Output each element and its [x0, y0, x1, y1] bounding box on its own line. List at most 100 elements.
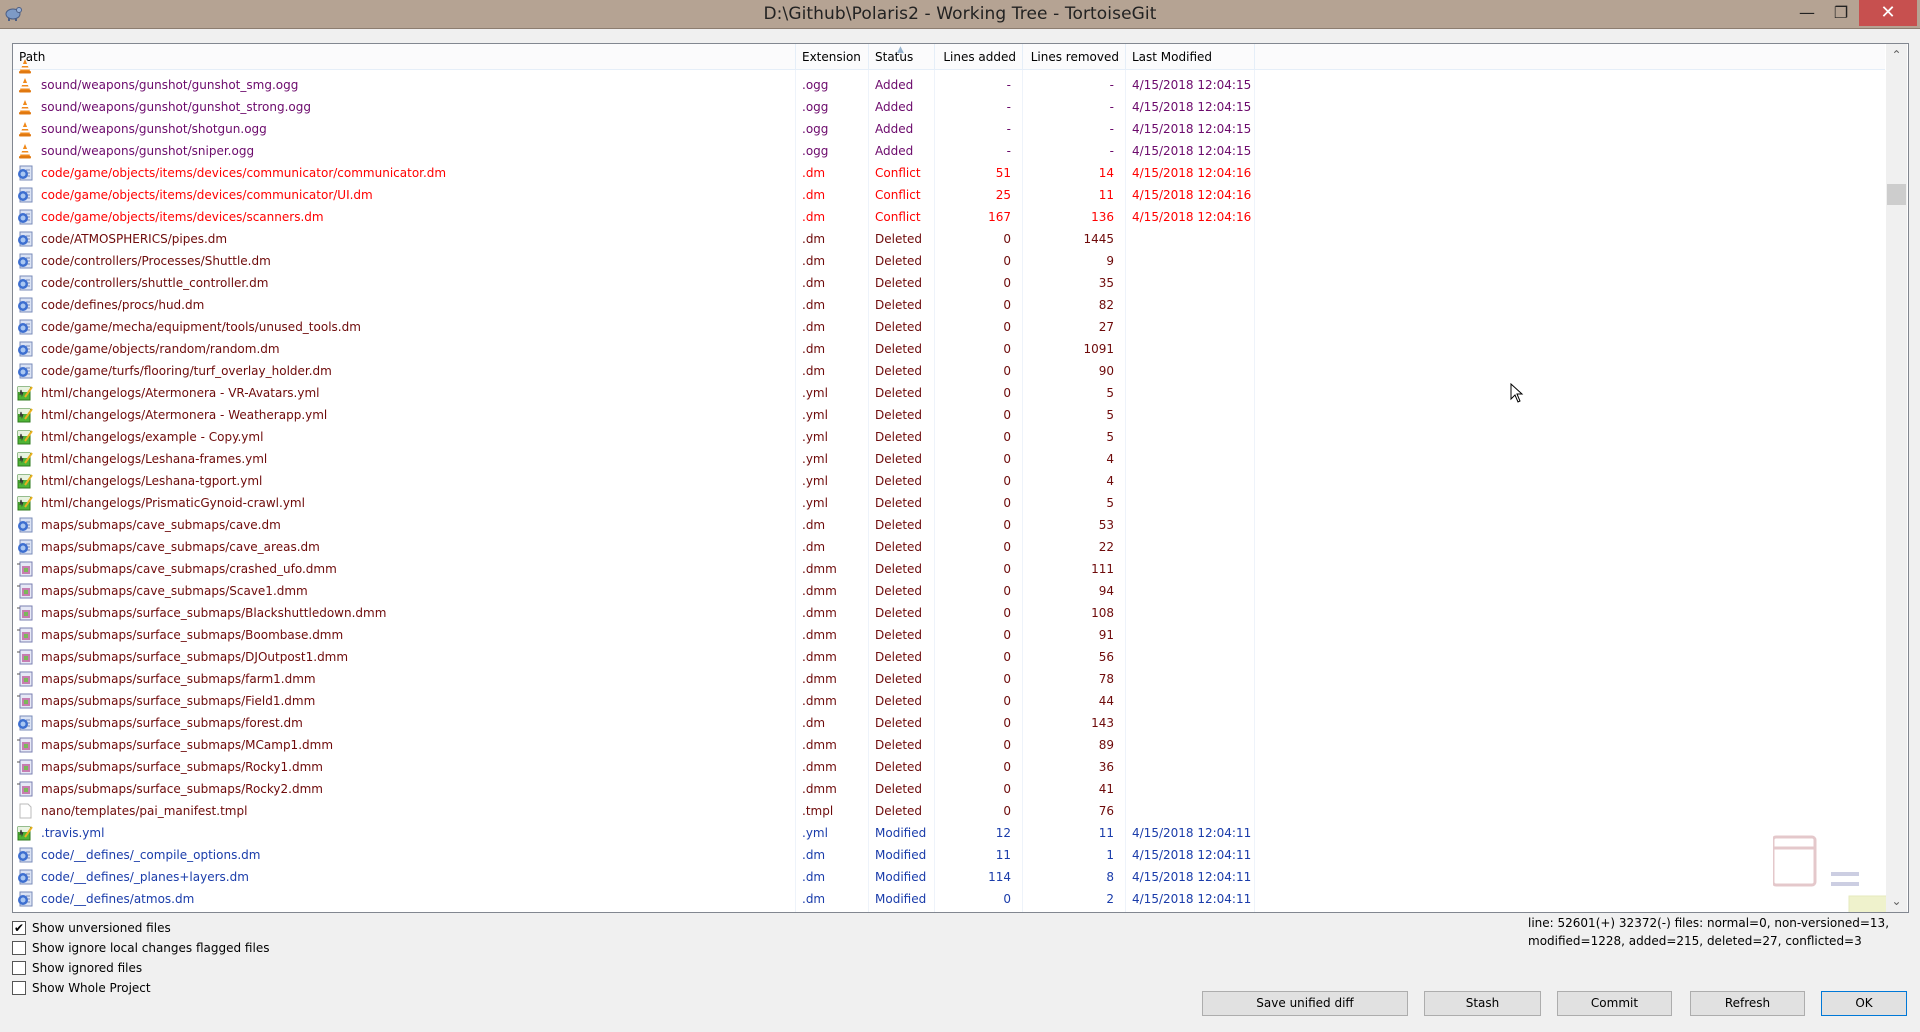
file-row[interactable]: maps/submaps/surface_submaps/forest.dm .d…	[13, 712, 1885, 734]
file-row[interactable]: code/game/objects/items/devices/scanners…	[13, 206, 1885, 228]
last-modified	[1126, 250, 1255, 272]
file-row[interactable]: code/game/objects/items/devices/communic…	[13, 162, 1885, 184]
file-row[interactable]: code/__defines/_planes+layers.dm .dm Modif…	[13, 866, 1885, 888]
file-status: Deleted	[875, 320, 923, 334]
lines-added: 0	[1003, 386, 1011, 400]
file-status: Deleted	[875, 386, 923, 400]
file-extension: .dm	[802, 188, 826, 202]
file-row[interactable]: code/game/turfs/flooring/turf_overlay_ho…	[13, 360, 1885, 382]
lines-removed: 5	[1106, 430, 1114, 444]
file-row[interactable]: sound/weapons/gunshot/gunshot_strong.ogg…	[13, 96, 1885, 118]
checkbox-box[interactable]	[12, 961, 26, 975]
file-row[interactable]: maps/submaps/surface_submaps/MCamp1.dmm.…	[13, 734, 1885, 756]
file-row[interactable]: html/changelogs/Leshana-tgport.yml .yml De…	[13, 470, 1885, 492]
maximize-button[interactable]: ❐	[1818, 0, 1864, 26]
file-extension: .dmm	[802, 606, 837, 620]
file-row[interactable]: code/controllers/shuttle_controller.dm .d…	[13, 272, 1885, 294]
file-path: maps/submaps/surface_submaps/MCamp1.dmm	[41, 738, 334, 752]
file-path: code/game/objects/items/devices/communic…	[41, 166, 447, 180]
file-extension: .dmm	[802, 672, 837, 686]
file-path: code/controllers/Processes/Shuttle.dm	[41, 254, 271, 268]
close-icon: ✕	[1880, 2, 1896, 23]
scroll-down-icon[interactable]: ⌄	[1886, 892, 1907, 910]
last-modified	[1126, 602, 1255, 624]
file-row[interactable]: maps/submaps/surface_submaps/Rocky2.dmm.…	[13, 778, 1885, 800]
file-path: sound/weapons/gunshot/shotgun.ogg	[41, 122, 267, 136]
lines-added: 25	[995, 188, 1011, 202]
last-modified	[1126, 690, 1255, 712]
file-row[interactable]: code/ATMOSPHERICS/pipes.dm .dm Deleted 0 144…	[13, 228, 1885, 250]
file-row[interactable]: maps/submaps/surface_submaps/DJOutpost1.…	[13, 646, 1885, 668]
minimize-icon: —	[1799, 3, 1815, 22]
ok-button[interactable]: OK	[1821, 991, 1907, 1016]
file-status: Deleted	[875, 298, 923, 312]
file-row[interactable]: sound/weapons/gunshot/gunshot_smg.ogg .og…	[13, 74, 1885, 96]
file-row[interactable]: html/changelogs/Atermonera - Weatherapp.…	[13, 404, 1885, 426]
file-path: maps/submaps/cave_submaps/Scave1.dmm	[41, 584, 308, 598]
file-row[interactable]: maps/submaps/cave_submaps/cave.dm .dm Dele…	[13, 514, 1885, 536]
file-row[interactable]: maps/submaps/cave_submaps/crashed_ufo.dm…	[13, 558, 1885, 580]
file-row[interactable]: maps/submaps/cave_submaps/cave_areas.dm.…	[13, 536, 1885, 558]
lines-removed: 78	[1098, 672, 1114, 686]
file-path: code/ATMOSPHERICS/pipes.dm	[41, 232, 228, 246]
checkbox-box[interactable]: ✔	[12, 921, 26, 935]
file-status: Modified	[875, 826, 927, 840]
audio-file-icon	[17, 58, 33, 74]
scrollbar-thumb[interactable]	[1887, 184, 1906, 205]
stash-button[interactable]: Stash	[1424, 991, 1541, 1016]
show-ignore-local-changes-checkbox[interactable]: Show ignore local changes flagged files	[12, 938, 269, 958]
file-row[interactable]: code/__defines/atmos.dm .dm Modified 0 2 4/15…	[13, 888, 1885, 910]
last-modified	[1126, 778, 1255, 800]
file-row[interactable]: html/changelogs/PrismaticGynoid-crawl.ym…	[13, 492, 1885, 514]
last-modified	[1126, 294, 1255, 316]
close-button[interactable]: ✕	[1859, 0, 1917, 26]
file-row[interactable]: maps/submaps/surface_submaps/Boombase.dm…	[13, 624, 1885, 646]
file-row[interactable]: html/changelogs/Atermonera - VR-Avatars.…	[13, 382, 1885, 404]
file-row[interactable]: code/game/mecha/equipment/tools/unused_t…	[13, 316, 1885, 338]
file-row[interactable]: .travis.yml .yml Modified 12 11 4/15/2018 12:…	[13, 822, 1885, 844]
file-extension: .dmm	[802, 782, 837, 796]
file-extension: .dm	[802, 210, 826, 224]
file-row[interactable]: nano/templates/pai_manifest.tmpl .tmpl Del…	[13, 800, 1885, 822]
file-row[interactable]: code/controllers/Processes/Shuttle.dm .dm…	[13, 250, 1885, 272]
file-row[interactable]: maps/submaps/cave_submaps/Scave1.dmm .dmm…	[13, 580, 1885, 602]
scroll-up-icon[interactable]: ⌃	[1886, 46, 1907, 64]
file-row[interactable]: code/__defines/_compile_options.dm .dm Mod…	[13, 844, 1885, 866]
file-status: Deleted	[875, 584, 923, 598]
vertical-scrollbar[interactable]: ⌃ ⌄	[1886, 44, 1907, 912]
refresh-button[interactable]: Refresh	[1690, 991, 1805, 1016]
file-row[interactable]: code/game/objects/random/random.dm .dm Del…	[13, 338, 1885, 360]
checkbox-box[interactable]	[12, 981, 26, 995]
file-status: Conflict	[875, 210, 921, 224]
file-row[interactable]: sound/weapons/gunshot/sniper.ogg .ogg Adde…	[13, 140, 1885, 162]
save-unified-diff-button[interactable]: Save unified diff	[1202, 991, 1408, 1016]
file-row[interactable]: sound/weapons/gunshot/shotgun.ogg .ogg Add…	[13, 118, 1885, 140]
file-path: code/game/turfs/flooring/turf_overlay_ho…	[41, 364, 332, 378]
file-status: Deleted	[875, 254, 923, 268]
show-whole-project-checkbox[interactable]: Show Whole Project	[12, 978, 269, 998]
commit-button[interactable]: Commit	[1557, 991, 1672, 1016]
file-row[interactable]: code/defines/procs/hud.dm .dm Deleted 0 82	[13, 294, 1885, 316]
file-extension: .dmm	[802, 738, 837, 752]
last-modified	[1126, 448, 1255, 470]
checkbox-box[interactable]	[12, 941, 26, 955]
file-path: html/changelogs/example - Copy.yml	[41, 430, 264, 444]
file-row[interactable]: maps/submaps/surface_submaps/Field1.dmm.…	[13, 690, 1885, 712]
show-ignored-files-checkbox[interactable]: Show ignored files	[12, 958, 269, 978]
lines-added: 167	[988, 210, 1011, 224]
file-row[interactable]: maps/submaps/surface_submaps/Rocky1.dmm.…	[13, 756, 1885, 778]
file-extension: .ogg	[802, 78, 829, 92]
file-list[interactable]: Path Extension ▲ Status Lines added Line…	[12, 43, 1909, 913]
last-modified	[1126, 360, 1255, 382]
file-row[interactable]: html/changelogs/example - Copy.yml .yml De…	[13, 426, 1885, 448]
file-row[interactable]: html/changelogs/Leshana-frames.yml .yml De…	[13, 448, 1885, 470]
file-row[interactable]: maps/submaps/surface_submaps/farm1.dmm .d…	[13, 668, 1885, 690]
lines-added: 0	[1003, 408, 1011, 422]
show-unversioned-files-checkbox[interactable]: ✔ Show unversioned files	[12, 918, 269, 938]
file-row[interactable]: code/game/objects/items/devices/communic…	[13, 184, 1885, 206]
lines-added: -	[1006, 122, 1011, 136]
lines-removed: 4	[1106, 474, 1114, 488]
file-status: Deleted	[875, 496, 923, 510]
file-extension: .dmm	[802, 584, 837, 598]
file-row[interactable]: maps/submaps/surface_submaps/Blackshuttl…	[13, 602, 1885, 624]
